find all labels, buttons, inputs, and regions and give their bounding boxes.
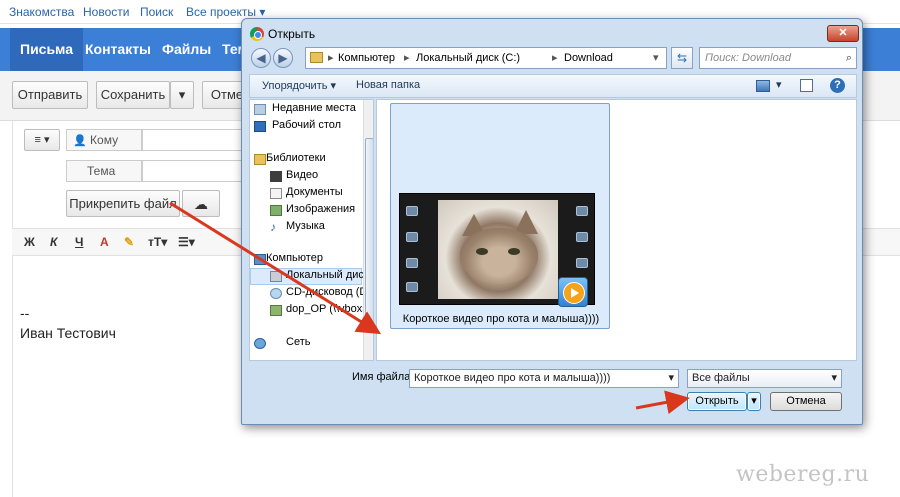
annotation-arrows (169, 201, 690, 415)
arrow-attach-to-file (169, 201, 382, 335)
watermark: webereg.ru (736, 462, 870, 487)
arrow-to-open-button (635, 390, 690, 415)
